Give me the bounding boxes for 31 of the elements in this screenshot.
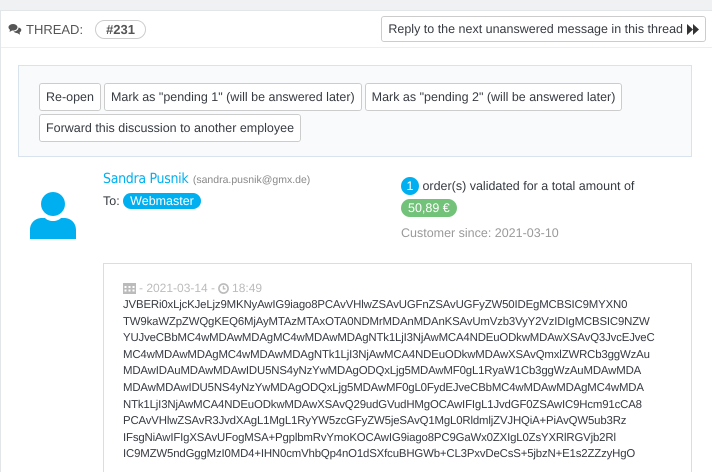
comments-icon bbox=[8, 23, 22, 35]
total-amount-badge: 50,89 € bbox=[401, 199, 457, 217]
action-button[interactable]: Mark as "pending 1" (will be answered later) bbox=[104, 83, 362, 111]
customer-since: Customer since: 2021-03-10 bbox=[401, 226, 560, 240]
next-unanswered-button[interactable]: Reply to the next unanswered message in this thread bbox=[381, 16, 706, 42]
message-text-line: JVBERi0xLjcKJeLjz9MKNyAwIG9iago8PCAvVHlwZSAvUGFnZSAvUGFyZW50IDEgMCBSIC9MYXN0 bbox=[123, 298, 628, 313]
action-button[interactable]: Forward this discussion to another employee bbox=[39, 114, 302, 142]
orders-text: order(s) validated for a total amount of bbox=[422, 179, 634, 193]
user-avatar-icon bbox=[30, 191, 76, 239]
calendar-icon bbox=[123, 282, 136, 294]
fast-forward-icon bbox=[687, 24, 699, 34]
action-button[interactable]: Re-open bbox=[39, 83, 101, 111]
action-button[interactable]: Mark as "pending 2" (will be answered later) bbox=[364, 83, 622, 111]
recipient-badge: Webmaster bbox=[123, 193, 201, 209]
clock-icon bbox=[218, 282, 230, 294]
customer-email: (sandra.pusnik@gmx.de) bbox=[192, 174, 310, 186]
thread-label: THREAD: bbox=[26, 22, 84, 36]
message-date: - 2021-03-14 - bbox=[139, 281, 216, 295]
to-label: To: bbox=[103, 194, 120, 208]
message-text-line: IC9MZW5ndGggMzI0MD4+IHN0cmVhbQp4nO1dSXfcuBHGWb+CL3PxvDeCsS+5jbzN+E1s2ZZzyHgO bbox=[123, 447, 636, 462]
message-text-line: TW9kaWZpZWQgKEQ6MjAyMTAzMTAxOTA0NDMrMDAnMDAnKSAvUmVzb3VyY2VzIDIgMCBSIC9NZW bbox=[123, 314, 651, 330]
message-text-line: MDAwMDAwIDU5NS4yNzYwMDAgODQxLjg5MDAwMF0gL0FydEJveCBbMC4wMDAwMDAgMC4wMDA bbox=[123, 380, 645, 396]
message-text-line: YUJveCBbMC4wMDAwMDAgMC4wMDAwMDAgNTk1LjI3NjAwMCA4NDEuODkwMDAwXSAvQ3JvcEJveC bbox=[123, 331, 656, 346]
message-text-line: IFsgNiAwIFIgXSAvUFogMSA+PgplbmRvYmoKOCAwIG9iago8PC9GaWx0ZXIgL0ZsYXRlRGVjb2Rl bbox=[123, 430, 617, 446]
message-text-line: NTk1LjI3NjAwMCA4NDEuODkwMDAwXSAvQ29udGVudHMgOCAwIFIgL1JvdGF0ZSAwIC9Hcm91cCA8 bbox=[123, 398, 643, 413]
message-text-line: PCAvVHlwZSAvR3JvdXAgL1MgL1RyYW5zcGFyZW5jeSAvQ1MgL0RldmljZVJHQiA+PiAvQW5ub3Rz bbox=[123, 414, 628, 430]
message-text-line: MDAwIDAuMDAwMDAwIDU5NS4yNzYwMDAgODQxLjg5MDAwMF0gL1RyaW1Cb3ggWzAuMDAwMDA bbox=[123, 364, 642, 380]
message-time: 18:49 bbox=[232, 281, 262, 295]
orders-count-badge: 1 bbox=[401, 177, 419, 195]
message-text-line: MC4wMDAwMDAgMC4wMDAwMDAgNTk1LjI3NjAwMCA4NDEuODkwMDAwXSAvQmxlZWRCb3ggWzAu bbox=[123, 348, 651, 363]
thread-number: #231 bbox=[95, 20, 146, 38]
